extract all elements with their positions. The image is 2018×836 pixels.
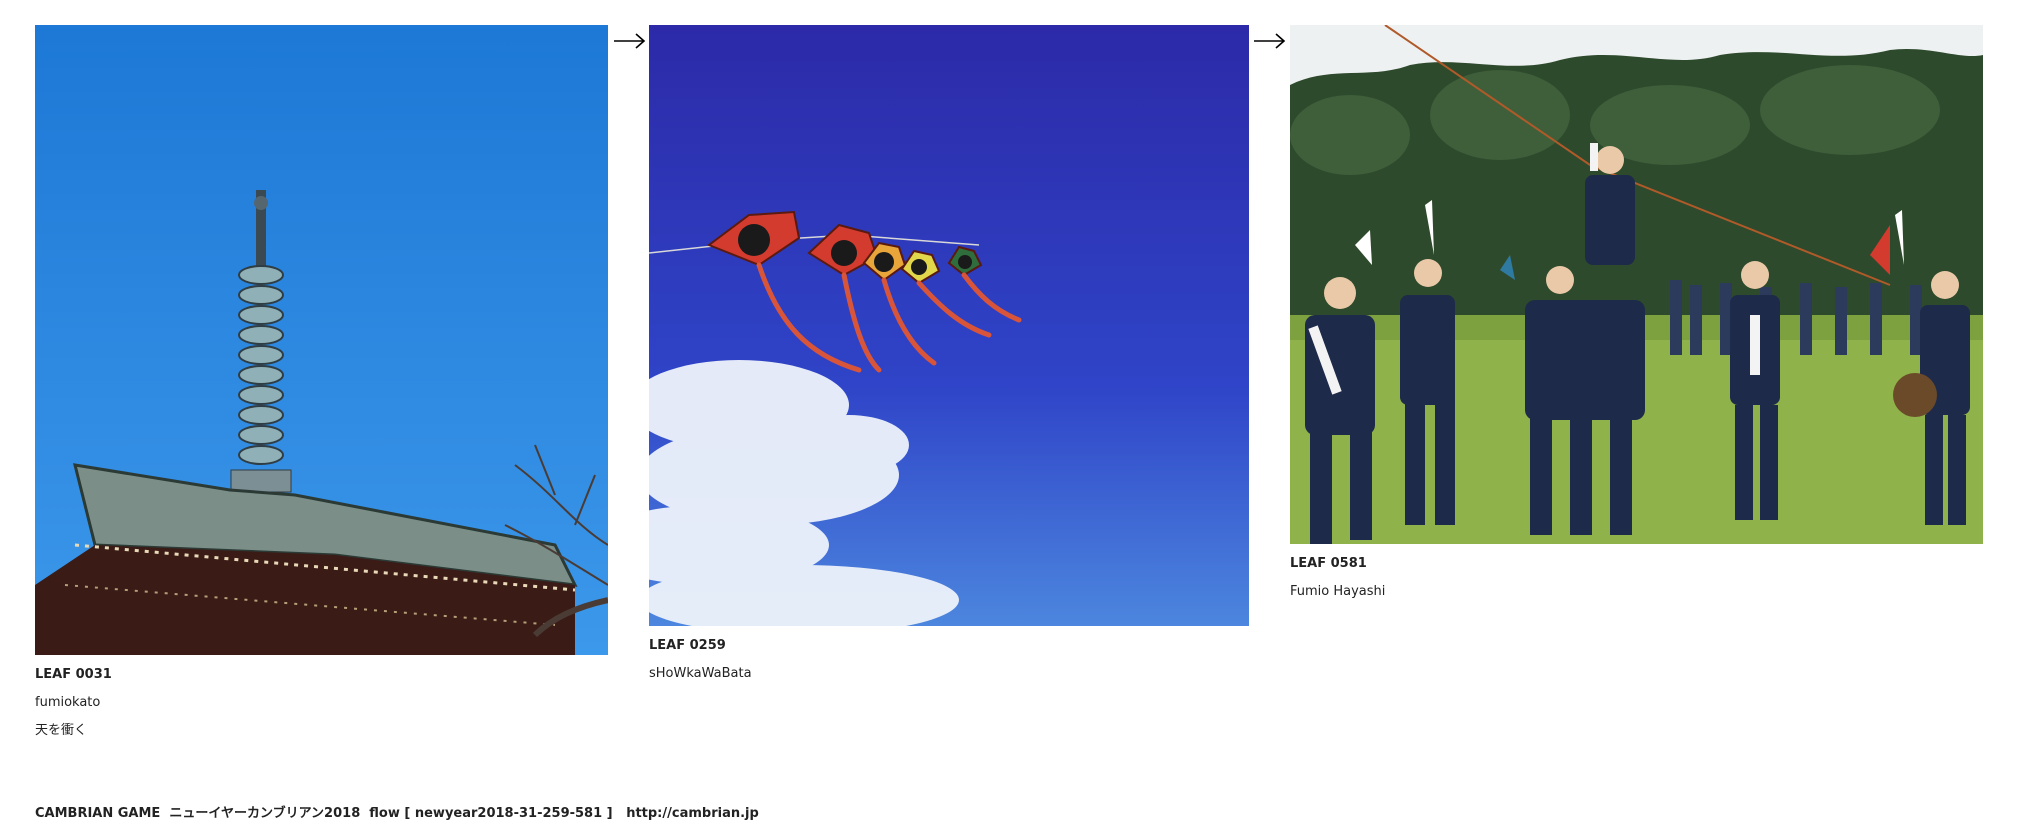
leaf-author[interactable]: fumiokato	[35, 689, 608, 717]
leaf-id: LEAF 0031	[35, 667, 112, 682]
right-arrow-icon	[1254, 33, 1286, 49]
leaf-author[interactable]: Fumio Hayashi	[1290, 578, 1983, 606]
leaf-photo-kites[interactable]	[649, 25, 1249, 626]
festival-image	[1290, 25, 1983, 544]
leaf-card-0031[interactable]: LEAF 0031 fumiokato 天を衝く	[35, 25, 608, 745]
right-arrow-icon	[614, 33, 646, 49]
leaf-id: LEAF 0581	[1290, 556, 1367, 571]
leaf-card-0259[interactable]: LEAF 0259 sHoWkaWaBata	[649, 25, 1249, 688]
flow-footer: CAMBRIAN GAME ニューイヤーカンブリアン2018 flow [ ne…	[35, 806, 759, 821]
leaf-author[interactable]: sHoWkaWaBata	[649, 660, 1249, 688]
pagoda-image	[35, 25, 608, 655]
kites-image	[649, 25, 1249, 626]
leaf-photo-festival[interactable]	[1290, 25, 1983, 544]
leaf-id: LEAF 0259	[649, 638, 726, 653]
leaf-photo-pagoda[interactable]	[35, 25, 608, 655]
leaf-title: 天を衝く	[35, 723, 88, 738]
leaf-card-0581[interactable]: LEAF 0581 Fumio Hayashi	[1290, 25, 1983, 606]
